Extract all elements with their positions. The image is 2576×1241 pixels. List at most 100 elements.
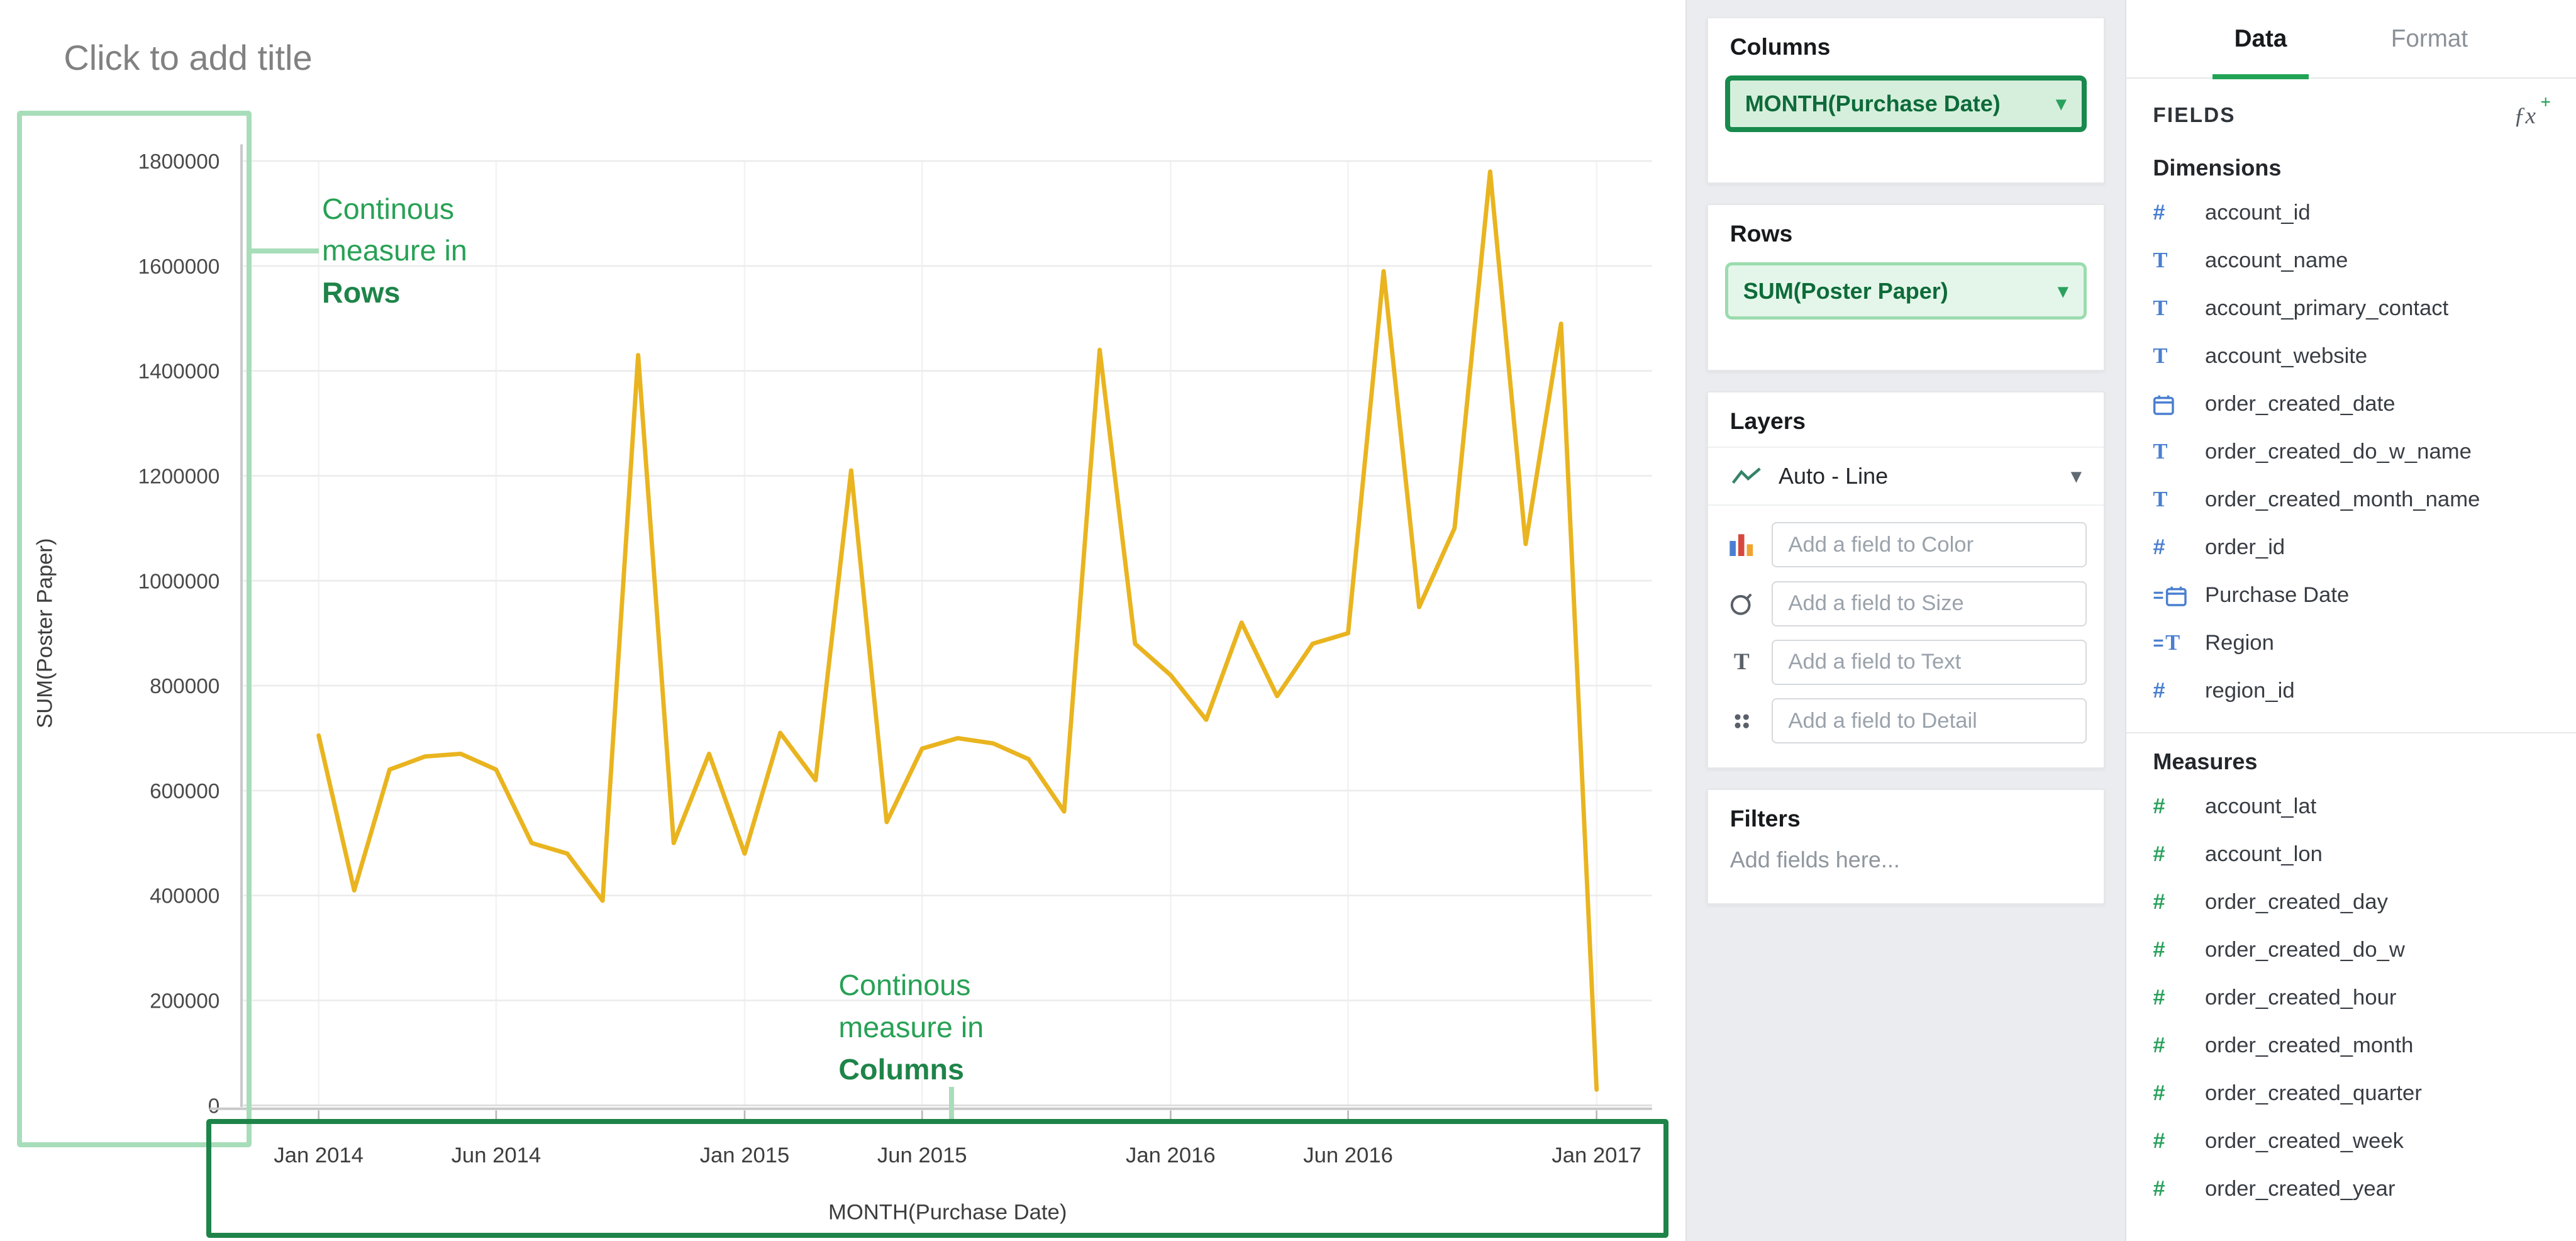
add-field-to-color-input[interactable]: Add a field to Color <box>1772 522 2087 567</box>
field-name: Region <box>2205 631 2274 655</box>
text-icon: T <box>2153 487 2190 512</box>
text-icon: T <box>2153 248 2190 273</box>
field-item[interactable]: Taccount_website <box>2126 333 2576 381</box>
tab-data[interactable]: Data <box>2226 0 2295 77</box>
y-axis-tick-label: 1800000 <box>138 150 220 174</box>
layers-shelf: Layers Auto - Line ▾ Add a field to Colo… <box>1707 391 2105 769</box>
y-axis-tick-label: 200000 <box>150 990 219 1013</box>
x-axis-tick-label: Jun 2014 <box>452 1144 541 1167</box>
line-chart-icon <box>1730 466 1763 486</box>
number-icon: # <box>2153 842 2190 867</box>
field-item[interactable]: #account_lat <box>2126 783 2576 831</box>
columns-drop-zone[interactable] <box>1725 132 2087 182</box>
rows-drop-zone[interactable] <box>1725 320 2087 370</box>
columns-pill[interactable]: MONTH(Purchase Date) ▾ <box>1725 75 2087 133</box>
field-item[interactable]: # region_id <box>2126 667 2576 715</box>
chart-canvas: Click to add title 020000040000060000080… <box>0 0 1685 1241</box>
text-icon: T <box>2153 440 2190 464</box>
annotation-text: Continous <box>838 969 970 1001</box>
filters-shelf: Filters Add fields here... <box>1707 789 2105 905</box>
annotation-emphasis: Columns <box>838 1053 964 1086</box>
fields-header-row: FIELDS ƒx+ <box>2126 79 2576 144</box>
add-field-to-detail-input[interactable]: Add a field to Detail <box>1772 698 2087 743</box>
add-field-to-size-input[interactable]: Add a field to Size <box>1772 581 2087 626</box>
field-item[interactable]: Torder_created_do_w_name <box>2126 428 2576 476</box>
y-axis-tick-label: 0 <box>208 1094 220 1118</box>
field-item[interactable]: = Purchase Date <box>2126 572 2576 620</box>
filters-drop-zone[interactable]: Add fields here... <box>1708 843 2104 903</box>
color-icon <box>1725 533 1758 557</box>
annotation-emphasis: Rows <box>322 276 400 309</box>
columns-annotation: Continous measure in Columns <box>838 964 984 1090</box>
shelf-panel: Columns MONTH(Purchase Date) ▾ Rows SUM(… <box>1685 0 2125 1241</box>
field-name: Purchase Date <box>2205 583 2349 608</box>
section-divider <box>2126 732 2576 733</box>
calculated-calendar-icon: = <box>2153 585 2190 607</box>
field-item[interactable]: # account_lon <box>2126 831 2576 879</box>
field-name: order_created_do_w_name <box>2205 440 2472 464</box>
field-name: order_created_date <box>2205 392 2396 416</box>
measures-list: #account_lat#account_lon#order_created_d… <box>2126 783 2576 1213</box>
mark-slot-color: Add a field to Color <box>1725 516 2087 574</box>
chevron-down-icon[interactable]: ▾ <box>2071 464 2082 489</box>
field-item[interactable]: # order_created_do_w <box>2126 927 2576 974</box>
app-root: Click to add title 020000040000060000080… <box>0 0 2576 1241</box>
mark-type-label: Auto - Line <box>1779 463 1888 489</box>
columns-annotation-connector <box>949 1087 954 1119</box>
add-field-to-text-input[interactable]: Add a field to Text <box>1772 640 2087 685</box>
number-icon: # <box>2153 1081 2190 1106</box>
y-axis-tick-label: 400000 <box>150 885 219 908</box>
field-name: order_created_year <box>2205 1177 2395 1201</box>
field-name: account_lon <box>2205 842 2323 867</box>
dimensions-section-title: Dimensions <box>2126 145 2576 189</box>
field-name: order_created_month <box>2205 1033 2413 1058</box>
field-item[interactable]: #order_created_month <box>2126 1022 2576 1070</box>
add-calculated-field-icon[interactable]: ƒx+ <box>2514 103 2550 130</box>
chevron-down-icon[interactable]: ▾ <box>2056 91 2067 116</box>
measures-section-title: Measures <box>2126 738 2576 783</box>
rows-pill[interactable]: SUM(Poster Paper) ▾ <box>1725 262 2087 320</box>
field-name: order_created_hour <box>2205 986 2396 1010</box>
field-item[interactable]: #order_created_week <box>2126 1118 2576 1166</box>
field-item[interactable]: #order_created_hour <box>2126 974 2576 1022</box>
chevron-down-icon[interactable]: ▾ <box>2058 279 2068 304</box>
rows-annotation: Continous measure in Rows <box>322 188 467 314</box>
field-item[interactable]: #account_id <box>2126 189 2576 237</box>
columns-shelf: Columns MONTH(Purchase Date) ▾ <box>1707 17 2105 184</box>
y-axis-tick-label: 600000 <box>150 780 219 803</box>
field-name: order_created_do_w <box>2205 938 2405 962</box>
field-item[interactable]: Taccount_name <box>2126 237 2576 285</box>
y-axis-tick-label: 1400000 <box>138 360 220 384</box>
field-item[interactable]: order_created_date <box>2126 381 2576 428</box>
x-axis-tick-label: Jun 2016 <box>1303 1144 1393 1167</box>
data-panel: Data Format FIELDS ƒx+ Dimensions #accou… <box>2125 0 2576 1241</box>
number-icon: # <box>2153 201 2190 225</box>
field-name: order_id <box>2205 535 2285 560</box>
field-item[interactable]: =TRegion <box>2126 620 2576 667</box>
calendar-icon <box>2153 394 2190 416</box>
field-item[interactable]: Torder_created_month_name <box>2126 476 2576 524</box>
field-item[interactable]: #order_created_day <box>2126 879 2576 927</box>
field-name: region_id <box>2205 679 2295 703</box>
field-item[interactable]: Taccount_primary_contact <box>2126 285 2576 333</box>
dimensions-list: #account_idTaccount_nameTaccount_primary… <box>2126 189 2576 715</box>
number-icon: # <box>2153 890 2190 915</box>
y-axis-title: SUM(Poster Paper) <box>33 538 57 728</box>
field-item[interactable]: #order_id <box>2126 524 2576 572</box>
mark-type-dropdown[interactable]: Auto - Line ▾ <box>1708 448 2104 506</box>
field-item[interactable]: #order_created_quarter <box>2126 1070 2576 1118</box>
x-axis-tick-label: Jan 2017 <box>1552 1144 1641 1167</box>
field-name: order_created_month_name <box>2205 487 2480 512</box>
field-name: account_lat <box>2205 794 2316 819</box>
rows-shelf: Rows SUM(Poster Paper) ▾ <box>1707 204 2105 371</box>
mark-slot-size: Add a field to Size <box>1725 574 2087 633</box>
field-name: account_primary_contact <box>2205 296 2448 321</box>
annotation-text: measure in <box>322 234 467 267</box>
field-item[interactable]: #order_created_year <box>2126 1166 2576 1213</box>
chart-title-placeholder[interactable]: Click to add title <box>64 37 312 78</box>
mark-slot-detail: Add a field to Detail <box>1725 692 2087 750</box>
number-icon: # <box>2153 938 2190 962</box>
number-icon: # <box>2153 679 2190 703</box>
tab-format[interactable]: Format <box>2382 0 2476 77</box>
annotation-text: measure in <box>838 1011 984 1043</box>
